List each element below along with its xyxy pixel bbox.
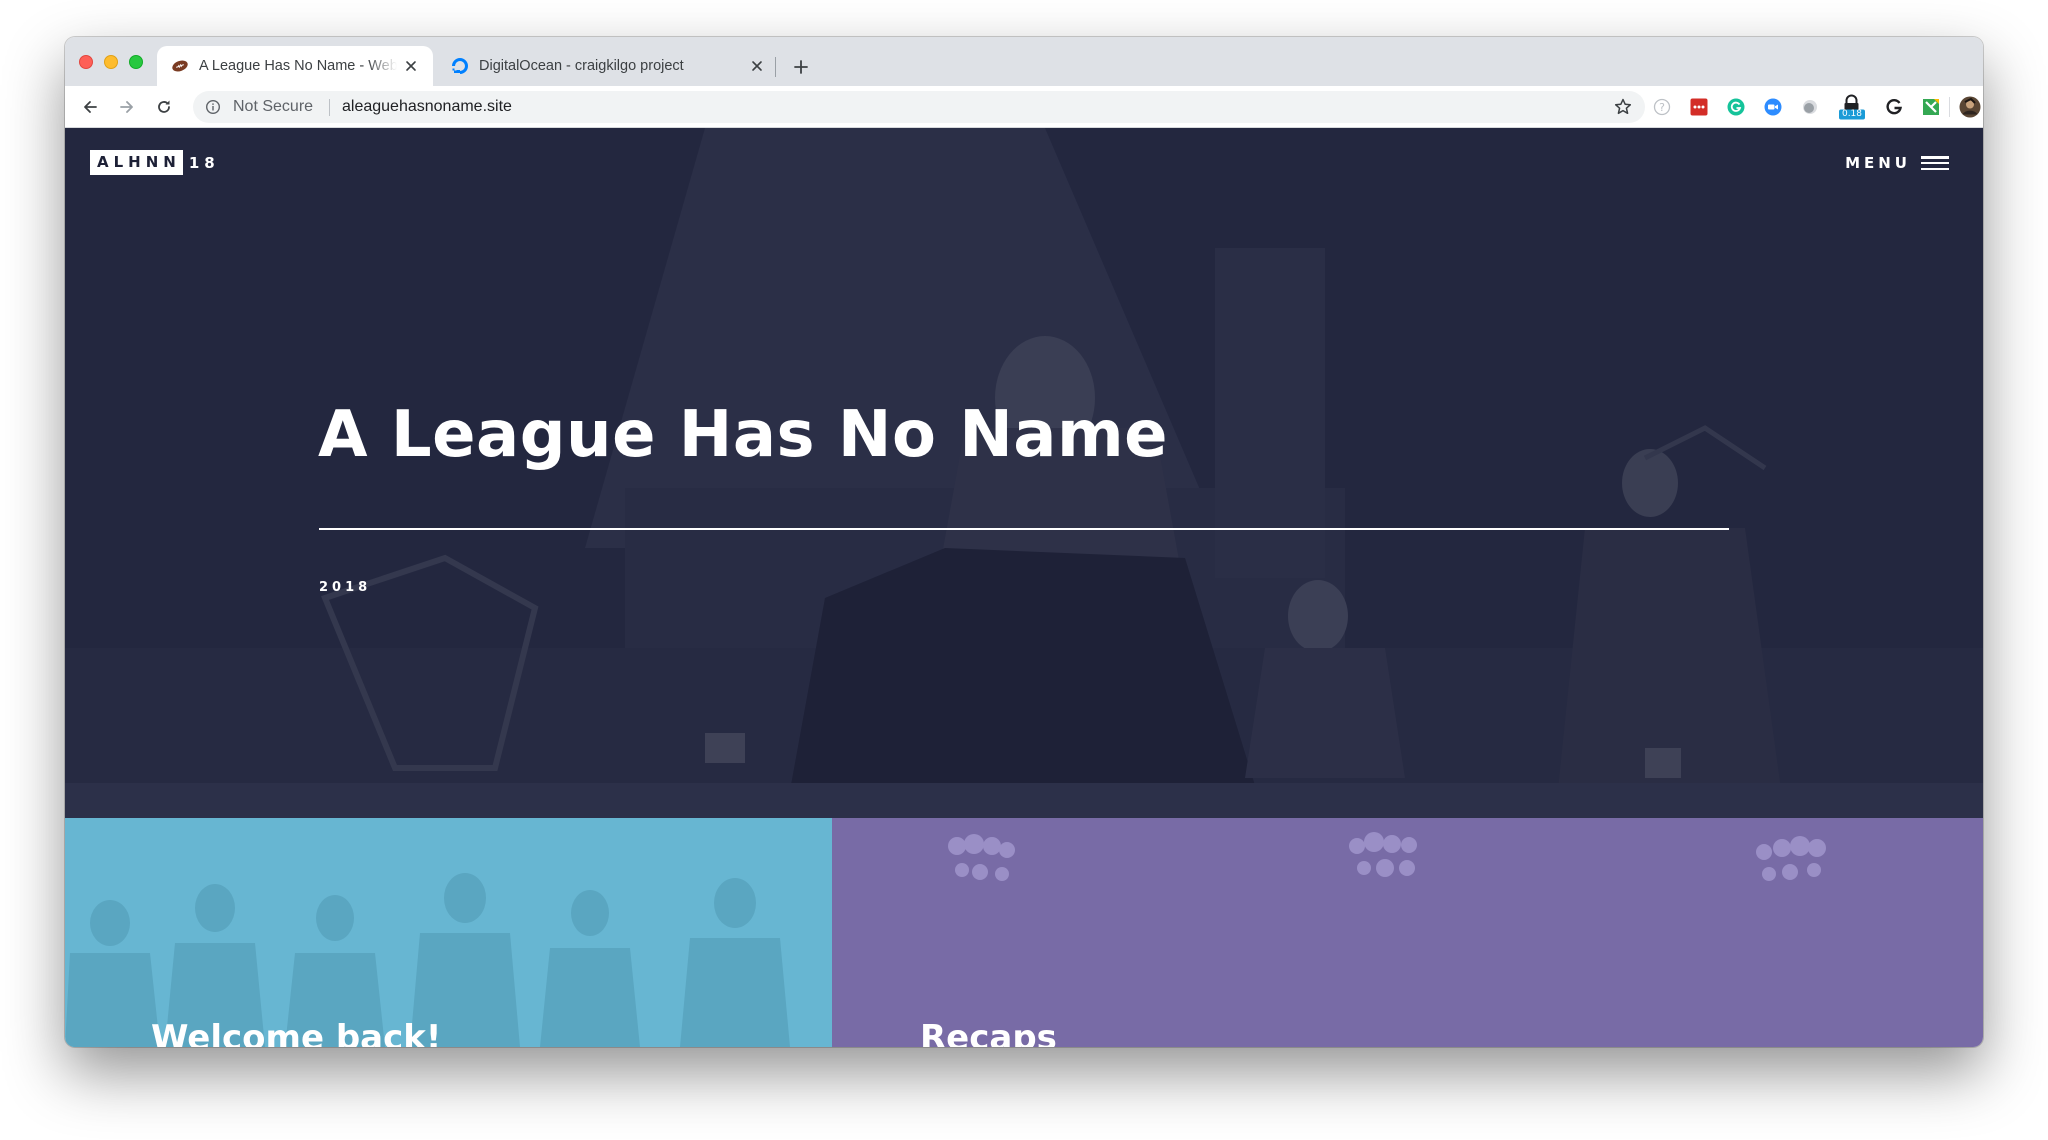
new-tab-button[interactable] [787,53,815,81]
extension-badge: 0.18 [1841,109,1863,119]
address-bar[interactable]: Not Secure aleaguehasnoname.site [193,91,1645,123]
reload-button[interactable] [151,94,177,120]
football-icon [171,57,189,75]
close-tab-icon[interactable] [403,58,419,74]
url-text[interactable]: aleaguehasnoname.site [342,98,512,116]
gray-circle-extension-icon[interactable] [1801,98,1819,116]
web-page: ALHNN 18 MENU A League Has No Name 2018 [65,128,1983,1047]
tab-digitalocean[interactable]: DigitalOcean - craigkilgo project [437,46,779,86]
zoom-window-button[interactable] [129,55,143,69]
arrow-right-icon [120,101,133,113]
welcome-tile-title: Welcome back! [151,1018,442,1047]
site-logo[interactable]: ALHNN 18 [90,150,220,175]
security-label[interactable]: Not Secure [233,98,313,116]
close-window-button[interactable] [79,55,93,69]
reload-icon [158,100,170,113]
zoom-extension-icon[interactable] [1764,98,1782,116]
grammarly-extension-icon[interactable] [1727,98,1745,116]
plus-icon [794,60,808,74]
tab-separator [775,57,776,77]
address-divider [329,99,330,116]
welcome-tile[interactable]: Welcome back! [65,818,832,1047]
logo-box-text: ALHNN [90,150,183,175]
logo-year-text: 18 [188,153,220,172]
window-controls [79,55,143,69]
green-extension-icon[interactable] [1922,98,1940,116]
lastpass-extension-icon[interactable] [1690,98,1708,116]
arrow-left-icon [84,101,97,113]
recaps-tile[interactable]: Recaps [832,818,1983,1047]
browser-toolbar: Not Secure aleaguehasnoname.site ? 0.18 [65,86,1983,128]
help-extension-icon[interactable]: ? [1653,98,1671,116]
minimize-window-button[interactable] [104,55,118,69]
digitalocean-icon [451,57,469,75]
hero-background-image [65,128,1983,818]
hamburger-icon [1921,156,1949,170]
tab-title: DigitalOcean - craigkilgo project [479,58,684,74]
lock-extension-icon[interactable]: 0.18 [1838,94,1866,120]
hero-year: 2018 [319,580,372,595]
back-button[interactable] [77,94,103,120]
info-icon[interactable] [205,99,221,120]
g-extension-icon[interactable] [1885,98,1903,116]
recaps-tile-title: Recaps [920,1018,1057,1047]
browser-window: A League Has No Name - Website DigitalOc… [65,37,1983,1047]
crowd-pattern-image [948,832,1826,881]
close-tab-icon[interactable] [749,58,765,74]
page-title: A League Has No Name [318,398,1169,472]
hero-section: ALHNN 18 MENU A League Has No Name 2018 [65,128,1983,818]
svg-text:?: ? [1659,101,1665,114]
tab-title: A League Has No Name - Website [199,58,397,74]
bookmark-star-icon[interactable] [1613,97,1633,122]
forward-button[interactable] [114,94,140,120]
hero-divider [319,528,1729,530]
toolbar-divider [1949,97,1950,117]
profile-avatar[interactable] [1959,96,1981,118]
tab-strip: A League Has No Name - Website DigitalOc… [65,37,1983,86]
menu-label: MENU [1845,154,1911,172]
tab-a-league-has-no-name[interactable]: A League Has No Name - Website [157,46,433,86]
team-photo-image [65,873,790,1047]
menu-button[interactable]: MENU [1845,154,1949,172]
